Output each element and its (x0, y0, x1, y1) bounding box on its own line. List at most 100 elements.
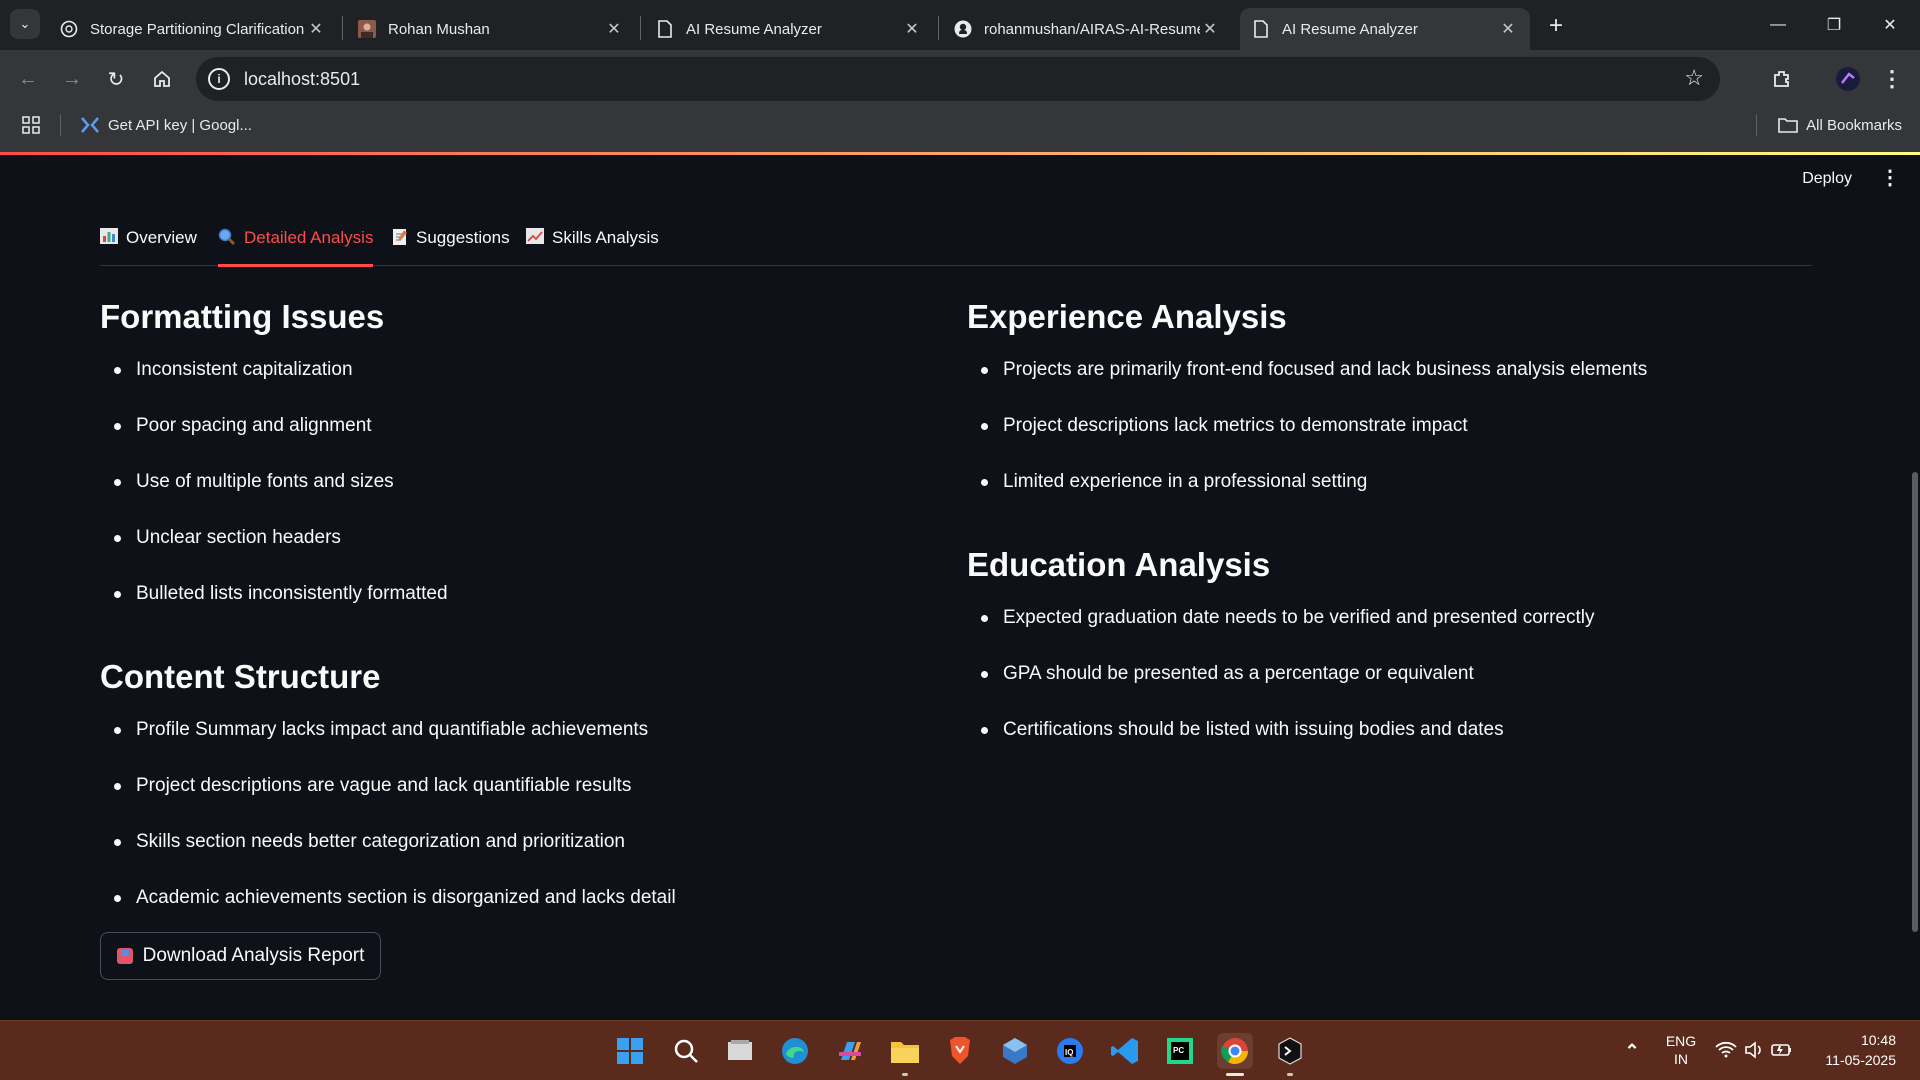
tab-label: Suggestions (416, 228, 510, 247)
profile-avatar[interactable] (1832, 63, 1864, 95)
chrome-icon[interactable] (1217, 1033, 1253, 1069)
tab-overview[interactable]: Overview (100, 224, 197, 266)
search-icon[interactable] (668, 1033, 704, 1069)
home-button[interactable] (146, 63, 178, 95)
list-item: Skills section needs better categorizati… (100, 830, 940, 886)
browser-tab[interactable]: Storage Partitioning Clarification ✕ (48, 8, 338, 50)
clock-date: 11-05-2025 (1825, 1052, 1896, 1068)
tab-skills-analysis[interactable]: Skills Analysis (526, 224, 659, 266)
url-text: localhost:8501 (244, 68, 361, 89)
close-icon[interactable]: ✕ (306, 19, 326, 39)
bookmark-label: Get API key | Googl... (108, 116, 252, 134)
minimize-button[interactable]: — (1750, 0, 1806, 50)
battery-icon[interactable] (1764, 1032, 1800, 1068)
app-page: Deploy ⋮ Overview Detailed Analysis Sugg… (0, 152, 1920, 1020)
pycharm-icon[interactable]: PC (1162, 1033, 1198, 1069)
region-code: IN (1674, 1051, 1688, 1067)
browser-tab[interactable]: AI Resume Analyzer ✕ (644, 8, 934, 50)
vscode-icon[interactable] (1107, 1033, 1143, 1069)
magnifier-icon (218, 228, 236, 251)
brave-browser-icon[interactable] (942, 1033, 978, 1069)
browser-menu-button[interactable]: ⋮ (1876, 63, 1908, 95)
folder-icon (1778, 118, 1798, 133)
tab-label: Skills Analysis (552, 228, 659, 247)
browser-tabstrip: ⌄ Storage Partitioning Clarification ✕ R… (0, 0, 1920, 50)
list-item: Project descriptions are vague and lack … (100, 774, 940, 830)
home-icon (154, 70, 170, 87)
experience-analysis-list: Projects are primarily front-end focused… (967, 358, 1807, 526)
close-icon[interactable]: ✕ (1200, 19, 1220, 39)
page-icon (1252, 20, 1270, 38)
svg-text:IQ: IQ (1065, 1048, 1073, 1057)
tab-detailed-analysis[interactable]: Detailed Analysis (218, 224, 374, 267)
bookmark-star-icon[interactable]: ☆ (1684, 67, 1704, 89)
list-item: Bulleted lists inconsistently formatted (100, 582, 940, 638)
left-column: Formatting Issues Inconsistent capitaliz… (100, 292, 940, 956)
list-item: Certifications should be listed with iss… (967, 718, 1807, 774)
education-analysis-list: Expected graduation date needs to be ver… (967, 606, 1807, 774)
tab-title: Rohan Mushan (388, 20, 490, 38)
windows-taskbar: IQ PC ⌃ (0, 1020, 1920, 1080)
chevron-up-icon[interactable]: ⌃ (1614, 1033, 1650, 1069)
address-bar[interactable]: i localhost:8501 ☆ (196, 57, 1720, 101)
list-item: Limited experience in a professional set… (967, 470, 1807, 526)
tab-search-button[interactable]: ⌄ (10, 9, 40, 39)
tab-separator (938, 16, 939, 40)
intellij-icon[interactable]: IQ (1052, 1033, 1088, 1069)
profile-photo-icon (358, 20, 376, 38)
close-icon[interactable]: ✕ (1498, 19, 1518, 39)
browser-tab-active[interactable]: AI Resume Analyzer ✕ (1240, 8, 1530, 50)
back-button[interactable]: ← (12, 63, 44, 95)
extensions-button[interactable] (1766, 63, 1798, 95)
list-item: Expected graduation date needs to be ver… (967, 606, 1807, 662)
list-item: Unclear section headers (100, 526, 940, 582)
bookmarks-separator (60, 114, 61, 136)
formatting-issues-heading: Formatting Issues (100, 298, 385, 335)
main-menu-icon[interactable]: ⋮ (1880, 168, 1900, 188)
task-view-icon[interactable] (722, 1033, 758, 1069)
all-bookmarks-button[interactable]: All Bookmarks (1778, 112, 1902, 138)
list-item: Use of multiple fonts and sizes (100, 470, 940, 526)
list-item: Inconsistent capitalization (100, 358, 940, 414)
inbox-tray-icon (116, 948, 133, 964)
close-icon[interactable]: ✕ (604, 19, 624, 39)
bookmark-item[interactable]: Get API key | Googl... (80, 112, 252, 138)
tab-label: Overview (126, 228, 197, 247)
list-item: GPA should be presented as a percentage … (967, 662, 1807, 718)
tab-label: Detailed Analysis (244, 228, 374, 247)
reload-button[interactable]: ↻ (100, 63, 132, 95)
tab-title: AI Resume Analyzer (686, 20, 822, 38)
running-indicator (902, 1073, 908, 1076)
tab-separator (342, 16, 343, 40)
tab-suggestions[interactable]: Suggestions (392, 224, 510, 266)
list-item: Project descriptions lack metrics to dem… (967, 414, 1807, 470)
forward-button[interactable]: → (56, 63, 88, 95)
terminal-app-icon[interactable] (1272, 1033, 1308, 1069)
browser-tab[interactable]: Rohan Mushan ✕ (346, 8, 636, 50)
file-explorer-icon[interactable] (887, 1033, 923, 1069)
language-indicator[interactable]: ENG IN (1664, 1020, 1698, 1080)
browser-tab[interactable]: rohanmushan/AIRAS-AI-Resume ✕ (942, 8, 1232, 50)
apps-grid-icon[interactable] (22, 116, 40, 139)
deploy-button[interactable]: Deploy (1802, 170, 1852, 188)
restore-button[interactable]: ❐ (1806, 0, 1862, 50)
site-info-icon[interactable]: i (208, 68, 230, 90)
close-window-button[interactable]: ✕ (1862, 0, 1918, 50)
page-scrollbar[interactable] (1912, 472, 1918, 932)
header-decoration (0, 152, 1920, 155)
tab-separator (640, 16, 641, 40)
copilot-icon[interactable] (832, 1033, 868, 1069)
edge-browser-icon[interactable] (777, 1033, 813, 1069)
analysis-tabs: Overview Detailed Analysis Suggestions S… (100, 224, 1812, 267)
trend-chart-icon (526, 228, 544, 249)
tab-title: rohanmushan/AIRAS-AI-Resume (984, 20, 1200, 38)
clock[interactable]: 10:48 11-05-2025 (1825, 1030, 1896, 1070)
download-report-button[interactable]: Download Analysis Report (100, 932, 381, 980)
close-icon[interactable]: ✕ (902, 19, 922, 39)
puzzle-icon (1774, 71, 1789, 87)
windows-start-icon[interactable] (612, 1033, 648, 1069)
tab-title: Storage Partitioning Clarification (90, 20, 305, 38)
page-icon (656, 20, 674, 38)
new-tab-button[interactable]: + (1542, 12, 1570, 40)
virtualbox-icon[interactable] (997, 1033, 1033, 1069)
